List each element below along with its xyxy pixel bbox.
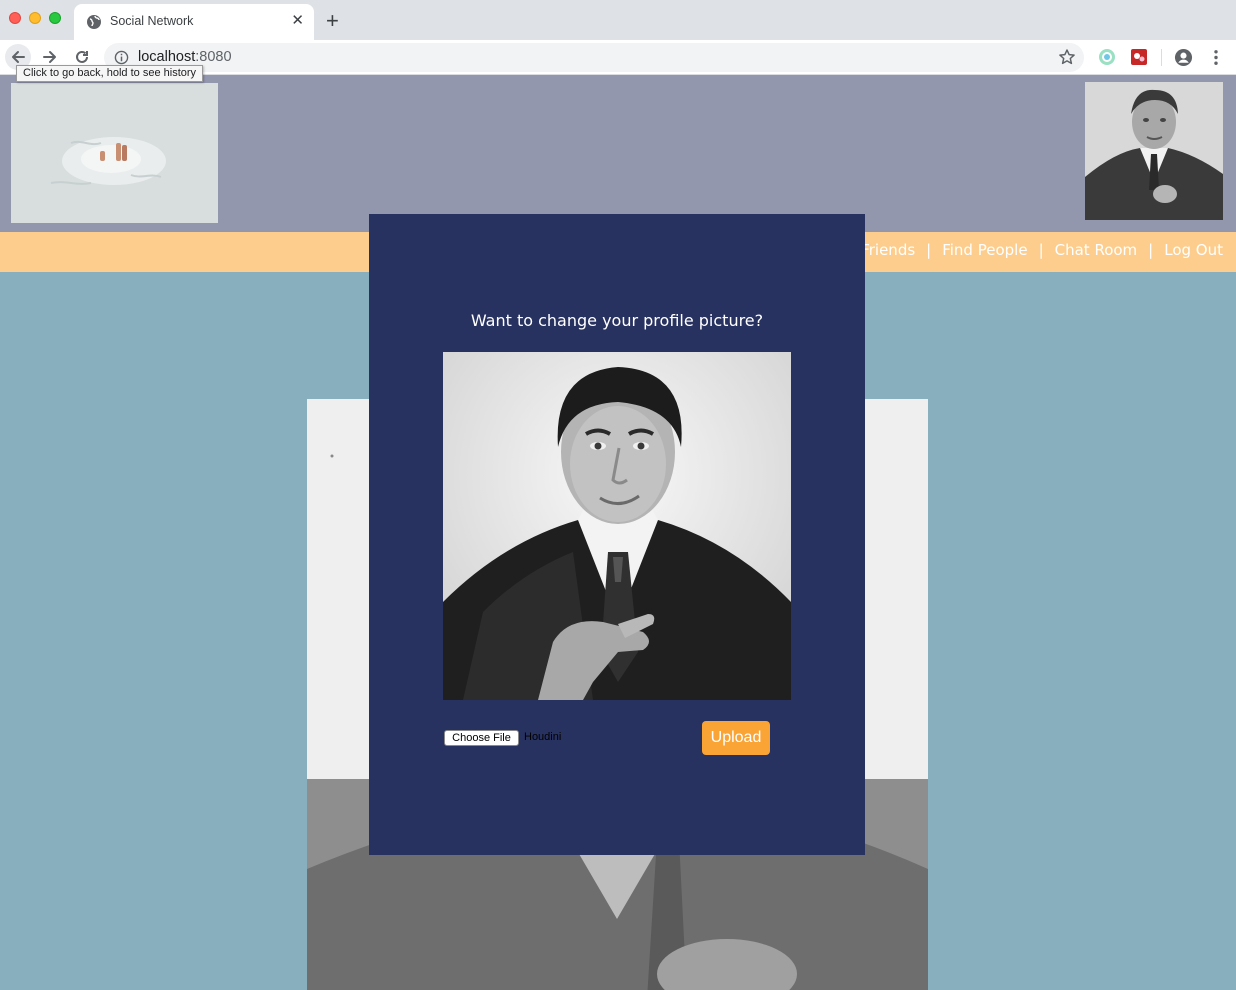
arrow-left-icon [12,51,25,63]
window-maximize-button[interactable] [49,12,61,24]
more-vert-icon[interactable] [1209,48,1223,67]
houdini-portrait-image [443,352,791,700]
selected-file-name: Houdini [524,731,562,743]
url-text: localhost:8080 [138,49,232,65]
upload-button[interactable]: Upload [702,721,770,755]
choose-file-button[interactable]: Choose File [444,730,519,746]
arrow-right-icon [43,51,56,63]
tab-close-icon[interactable]: ✕ [291,12,304,30]
tab-title: Social Network [110,14,194,28]
extension-colorpicker-icon[interactable] [1130,48,1148,66]
modal-profile-picture [443,352,791,700]
houdini-avatar-image [1085,82,1223,220]
new-tab-button[interactable]: + [326,9,339,33]
account-icon[interactable] [1174,48,1193,67]
nav-separator: | [1148,241,1154,259]
header-avatar[interactable] [1085,82,1223,220]
profile-picture-modal: Want to change your profile picture? Cho… [369,214,865,855]
back-button-tooltip: Click to go back, hold to see history [16,65,204,82]
nav-links: My Friends | Find People | Chat Room | L… [835,241,1223,259]
nav-link-chat-room[interactable]: Chat Room [1055,241,1138,259]
site-logo[interactable] [11,83,218,223]
nav-link-find-people[interactable]: Find People [942,241,1027,259]
modal-title: Want to change your profile picture? [470,311,764,330]
info-icon[interactable] [114,50,129,65]
nav-separator: | [1038,241,1044,259]
address-bar[interactable]: localhost:8080 [104,43,1084,72]
site-header [0,75,1236,232]
window-close-button[interactable] [9,12,21,24]
page-content: My Friends | Find People | Chat Room | L… [0,75,1236,990]
reload-icon [76,50,88,63]
window-minimize-button[interactable] [29,12,41,24]
nav-separator: | [926,241,932,259]
globe-icon [87,15,101,29]
extension-grammarly-icon[interactable] [1098,48,1116,66]
bookmark-star-icon[interactable] [1058,48,1076,66]
toolbar-separator [1161,49,1162,66]
browser-tab[interactable]: Social Network ✕ [74,4,314,40]
drowning-hand-logo-image [11,83,218,223]
browser-tab-bar: Social Network ✕ + [0,0,1236,40]
nav-link-log-out[interactable]: Log Out [1164,241,1223,259]
